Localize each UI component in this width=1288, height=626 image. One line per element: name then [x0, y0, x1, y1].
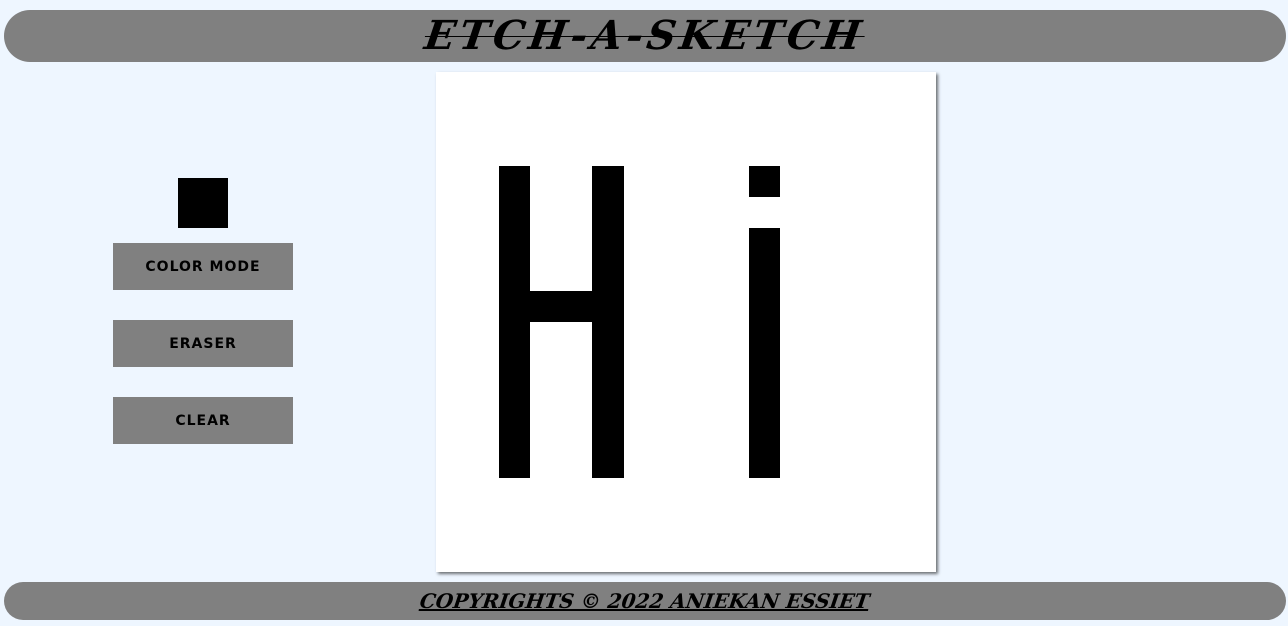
eraser-button[interactable]: ERASER: [113, 320, 293, 367]
clear-button[interactable]: CLEAR: [113, 397, 293, 444]
drawn-stroke-i-stem: [749, 228, 780, 478]
header-bar: ETCH-A-SKETCH: [4, 10, 1286, 62]
drawn-stroke-h-right: [592, 166, 624, 478]
footer-bar: COPYRIGHTS © 2022 ANIEKAN ESSIET: [4, 582, 1286, 620]
sketch-drawing: [499, 166, 780, 478]
page-title: ETCH-A-SKETCH: [421, 12, 869, 59]
drawn-stroke-h-bar: [530, 291, 592, 322]
sketch-board[interactable]: [436, 72, 936, 572]
color-mode-button[interactable]: COLOR MODE: [113, 243, 293, 290]
copyright-text: COPYRIGHTS © 2022 ANIEKAN ESSIET: [418, 589, 872, 613]
drawn-stroke-h-left: [499, 166, 530, 478]
drawn-stroke-i-dot: [749, 166, 780, 197]
color-picker-swatch[interactable]: [178, 178, 228, 228]
